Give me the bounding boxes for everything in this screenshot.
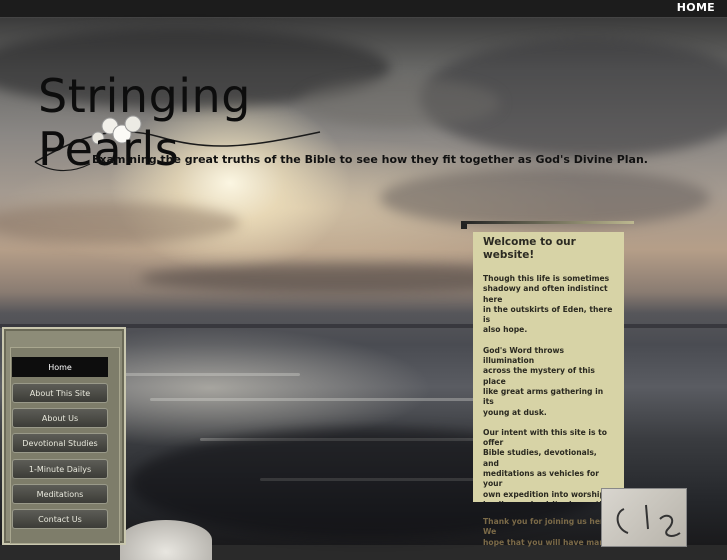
nav-meditations[interactable]: Meditations xyxy=(12,484,108,504)
handwritten-paper-image xyxy=(601,488,687,547)
title-line-2: Pearls xyxy=(38,122,180,176)
welcome-paragraph-3: Our intent with this site is to offer Bi… xyxy=(483,427,608,502)
nav-about-us[interactable]: About Us xyxy=(12,408,108,428)
home-link[interactable]: HOME xyxy=(677,1,715,14)
site-tagline: Examining the great truths of the Bible … xyxy=(92,153,648,166)
welcome-panel: Welcome to our website! Though this life… xyxy=(473,232,624,502)
welcome-rule xyxy=(462,221,634,224)
shell-image xyxy=(120,520,212,560)
nav-home[interactable]: Home xyxy=(12,357,108,377)
title-line-1: Stringing xyxy=(38,69,251,123)
welcome-heading: Welcome to our website! xyxy=(483,236,576,261)
welcome-paragraph-1: Though this life is sometimes shadowy an… xyxy=(483,274,613,335)
nav-devotional-studies[interactable]: Devotional Studies xyxy=(12,433,108,453)
nav-contact-us[interactable]: Contact Us xyxy=(12,509,108,529)
top-bar: HOME xyxy=(0,0,727,18)
welcome-paragraph-2: God's Word throws illumination across th… xyxy=(483,345,604,417)
nav-about-this-site[interactable]: About This Site xyxy=(12,383,108,403)
nav-1-minute-dailys[interactable]: 1-Minute Dailys xyxy=(12,459,108,479)
